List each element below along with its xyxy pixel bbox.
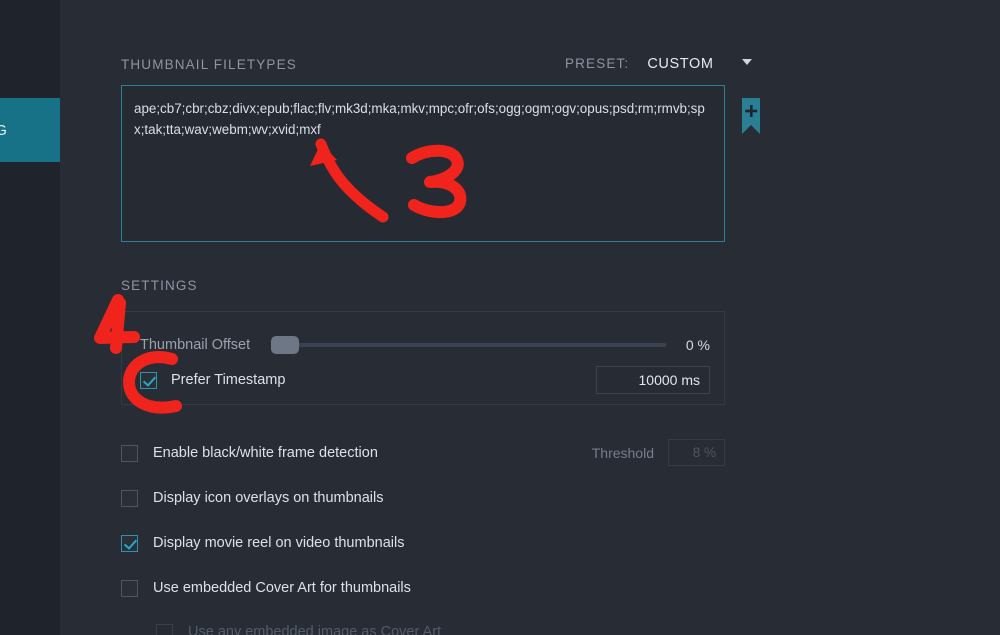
- option-label-cover-art: Use embedded Cover Art for thumbnails: [153, 580, 411, 596]
- bookmark-plus-glyph: [739, 96, 763, 138]
- prefer-timestamp-checkbox[interactable]: [140, 372, 157, 389]
- option-row-icon-overlays[interactable]: Display icon overlays on thumbnails: [121, 486, 725, 510]
- thumbnail-offset-label: Thumbnail Offset: [140, 337, 263, 353]
- slider-track: [271, 343, 666, 347]
- option-row-movie-reel[interactable]: Display movie reel on video thumbnails: [121, 531, 725, 555]
- left-sidebar: NG: [0, 0, 60, 635]
- filetypes-input[interactable]: ape;cb7;cbr;cbz;divx;epub;flac;flv;mk3d;…: [121, 85, 725, 242]
- preset-control[interactable]: PRESET: CUSTOM: [565, 56, 752, 72]
- prefer-timestamp-input[interactable]: 10000 ms: [596, 366, 710, 394]
- threshold-control: Threshold 8 %: [592, 439, 725, 466]
- option-label-black-white-detection: Enable black/white frame detection: [153, 445, 378, 461]
- thumbnail-offset-row: Thumbnail Offset 0 %: [140, 334, 710, 356]
- option-checkbox-black-white-detection[interactable]: [121, 445, 138, 462]
- option-checkbox-icon-overlays[interactable]: [121, 490, 138, 507]
- settings-heading: SETTINGS: [121, 278, 198, 293]
- slider-handle[interactable]: [271, 336, 299, 354]
- settings-panel: Thumbnail Offset 0 % Prefer Timestamp 10…: [121, 311, 725, 405]
- prefer-timestamp-label: Prefer Timestamp: [171, 372, 285, 388]
- option-checkbox-any-embedded-image: [156, 624, 173, 635]
- threshold-input: 8 %: [668, 439, 725, 466]
- thumbnail-filetypes-heading: THUMBNAIL FILETYPES: [121, 57, 297, 72]
- prefer-timestamp-row: Prefer Timestamp 10000 ms: [140, 366, 710, 394]
- app-window: NG THUMBNAIL FILETYPES PRESET: CUSTOM ap…: [0, 0, 1000, 635]
- bookmark-plus-icon[interactable]: [739, 96, 763, 138]
- option-checkbox-movie-reel[interactable]: [121, 535, 138, 552]
- preset-value: CUSTOM: [647, 56, 713, 72]
- settings-content: THUMBNAIL FILETYPES PRESET: CUSTOM ape;c…: [60, 0, 1000, 635]
- option-row-black-white-detection[interactable]: Enable black/white frame detection Thres…: [121, 441, 725, 465]
- sidebar-item-active[interactable]: NG: [0, 98, 60, 162]
- threshold-label: Threshold: [592, 445, 654, 461]
- chevron-down-icon[interactable]: [742, 59, 752, 65]
- filetypes-value: ape;cb7;cbr;cbz;divx;epub;flac;flv;mk3d;…: [134, 98, 712, 140]
- option-row-any-embedded-image: Use any embedded image as Cover Art: [156, 620, 760, 635]
- thumbnail-offset-slider[interactable]: [271, 336, 657, 354]
- option-row-cover-art[interactable]: Use embedded Cover Art for thumbnails: [121, 576, 725, 600]
- preset-caption: PRESET:: [565, 56, 629, 71]
- sidebar-item-label: NG: [0, 122, 7, 139]
- option-label-movie-reel: Display movie reel on video thumbnails: [153, 535, 404, 551]
- thumbnail-offset-value: 0 %: [667, 337, 710, 353]
- option-label-any-embedded-image: Use any embedded image as Cover Art: [188, 624, 441, 635]
- option-checkbox-cover-art[interactable]: [121, 580, 138, 597]
- option-label-icon-overlays: Display icon overlays on thumbnails: [153, 490, 384, 506]
